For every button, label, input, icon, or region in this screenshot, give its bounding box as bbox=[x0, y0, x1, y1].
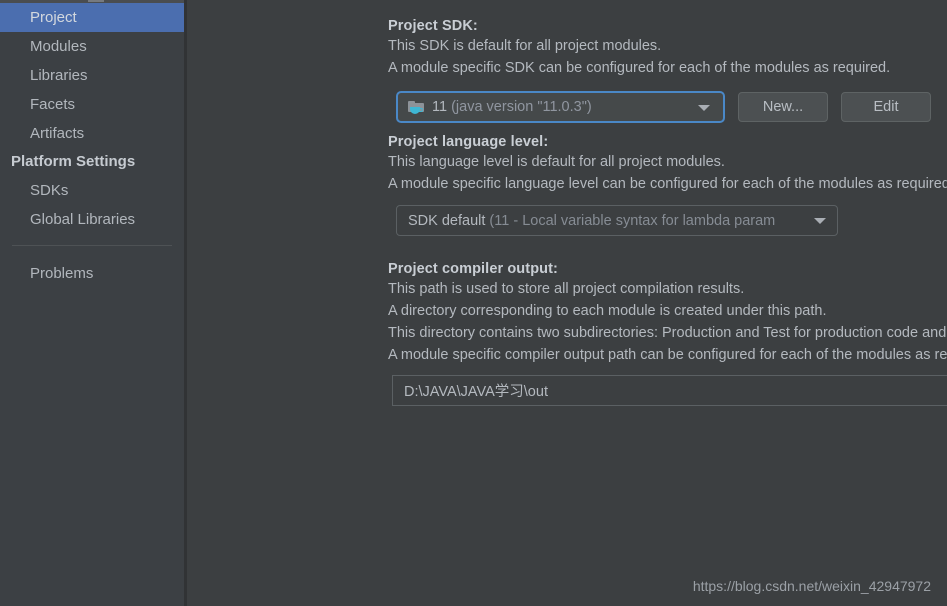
language-level-title: Project language level: bbox=[388, 134, 549, 150]
compiler-output-desc-4: A module specific compiler output path c… bbox=[388, 347, 947, 363]
sidebar-item-facets[interactable]: Facets bbox=[0, 90, 184, 119]
sidebar-item-libraries[interactable]: Libraries bbox=[0, 61, 184, 90]
project-sdk-desc-1: This SDK is default for all project modu… bbox=[388, 38, 662, 54]
sidebar-item-label: Libraries bbox=[30, 67, 88, 84]
sidebar-item-label: Facets bbox=[30, 96, 76, 113]
new-sdk-button[interactable]: New... bbox=[738, 92, 828, 122]
project-settings-panel: Project SDK: This SDK is default for all… bbox=[187, 0, 947, 606]
watermark-url: https://blog.csdn.net/weixin_42947972 bbox=[692, 578, 931, 594]
sidebar-item-label: Global Libraries bbox=[30, 211, 136, 228]
sidebar-item-label: Project bbox=[30, 9, 77, 26]
language-level-detail: (11 - Local variable syntax for lambda p… bbox=[489, 212, 776, 229]
chevron-down-icon[interactable] bbox=[814, 218, 826, 224]
project-sdk-version: (java version "11.0.3") bbox=[451, 99, 592, 115]
compiler-output-title: Project compiler output: bbox=[388, 261, 558, 277]
clipped-row-sliver bbox=[88, 0, 104, 2]
language-level-value: SDK default bbox=[408, 212, 486, 229]
sidebar-item-label: SDKs bbox=[30, 182, 69, 199]
sidebar-group-platform-settings: Platform Settings bbox=[0, 148, 184, 176]
compiler-output-section: Project compiler output: This path is us… bbox=[388, 261, 947, 366]
project-sdk-combobox[interactable]: 11 (java version "11.0.3") bbox=[396, 91, 725, 123]
sidebar-item-problems[interactable]: Problems bbox=[0, 259, 184, 288]
compiler-output-desc-2: A directory corresponding to each module… bbox=[388, 303, 827, 319]
sidebar-item-sdks[interactable]: SDKs bbox=[0, 176, 184, 205]
chevron-down-icon[interactable] bbox=[698, 105, 710, 111]
compiler-output-path-value: D:\JAVA\JAVA学习\out bbox=[404, 384, 548, 400]
sidebar-group-label: Platform Settings bbox=[11, 153, 136, 170]
sidebar-divider bbox=[12, 245, 172, 246]
edit-sdk-button[interactable]: Edit bbox=[841, 92, 931, 122]
language-level-desc-1: This language level is default for all p… bbox=[388, 154, 725, 170]
compiler-output-desc-3: This directory contains two subdirectori… bbox=[388, 325, 947, 341]
language-level-desc-2: A module specific language level can be … bbox=[388, 176, 947, 192]
sidebar-item-label: Modules bbox=[30, 38, 87, 55]
java-sdk-folder-icon bbox=[408, 100, 425, 115]
sidebar-item-label: Artifacts bbox=[30, 125, 85, 142]
sidebar-item-modules[interactable]: Modules bbox=[0, 32, 184, 61]
sidebar-nav-list: Project Modules Libraries Facets Artifac… bbox=[0, 3, 187, 288]
project-sdk-controls-row: 11 (java version "11.0.3") New... Edit bbox=[396, 91, 931, 123]
language-level-combobox-value: SDK default (11 - Local variable syntax … bbox=[408, 213, 775, 229]
sidebar-item-global-libraries[interactable]: Global Libraries bbox=[0, 205, 184, 234]
sidebar-item-artifacts[interactable]: Artifacts bbox=[0, 119, 184, 148]
compiler-output-path-input[interactable]: D:\JAVA\JAVA学习\out bbox=[392, 375, 947, 406]
project-sdk-title: Project SDK: bbox=[388, 18, 478, 34]
sidebar-item-project[interactable]: Project bbox=[0, 3, 187, 32]
settings-sidebar: Project Modules Libraries Facets Artifac… bbox=[0, 0, 187, 606]
project-sdk-section: Project SDK: This SDK is default for all… bbox=[388, 18, 890, 79]
project-sdk-name: 11 bbox=[432, 99, 448, 115]
language-level-combobox[interactable]: SDK default (11 - Local variable syntax … bbox=[396, 205, 838, 236]
sidebar-item-label: Problems bbox=[30, 265, 94, 282]
compiler-output-desc-1: This path is used to store all project c… bbox=[388, 281, 745, 297]
settings-dialog: Project Modules Libraries Facets Artifac… bbox=[0, 0, 947, 606]
project-sdk-desc-2: A module specific SDK can be configured … bbox=[388, 60, 891, 76]
language-level-control-row: SDK default (11 - Local variable syntax … bbox=[396, 205, 838, 236]
project-sdk-combobox-value: 11 (java version "11.0.3") bbox=[432, 99, 592, 115]
language-level-section: Project language level: This language le… bbox=[388, 134, 947, 195]
